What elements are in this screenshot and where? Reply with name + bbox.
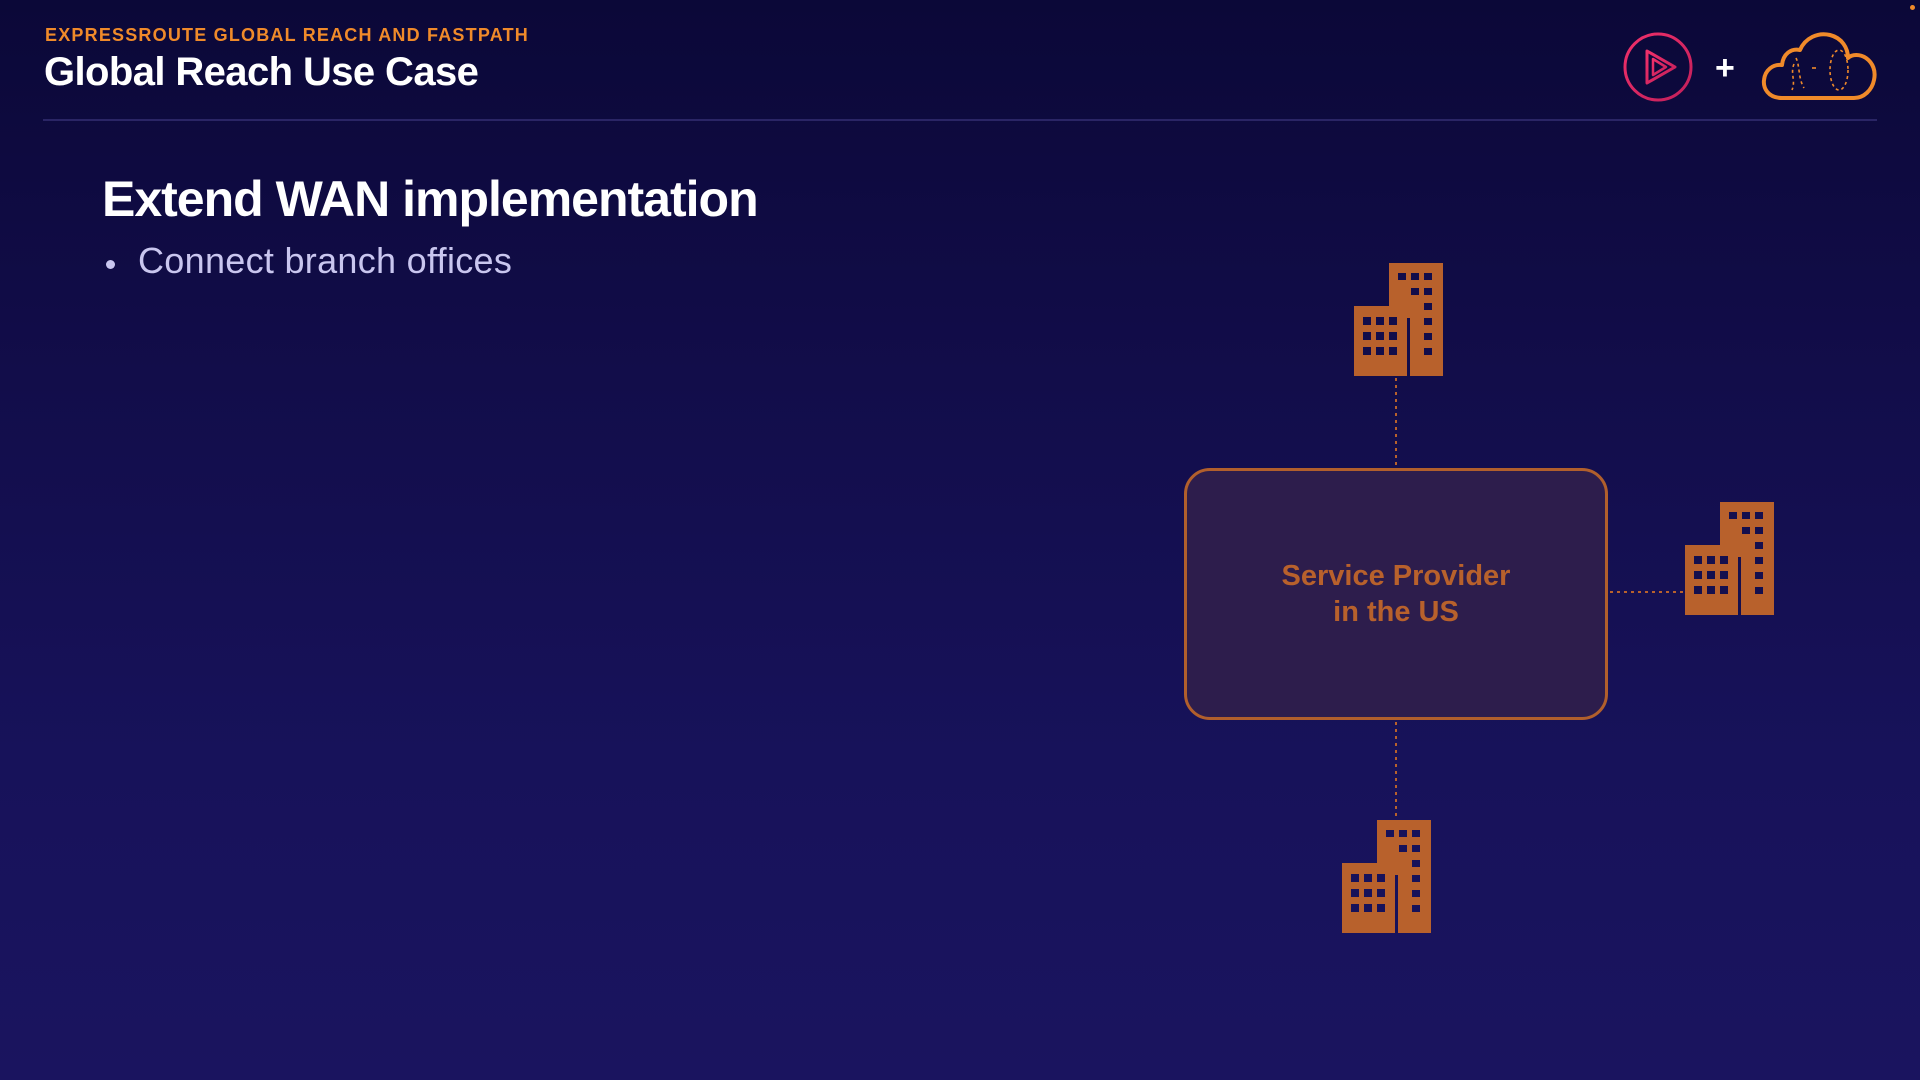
office-building-icon xyxy=(1685,502,1774,615)
office-building-icon xyxy=(1354,263,1443,376)
office-building-icon xyxy=(1342,820,1431,933)
service-provider-box: Service Provider in the US xyxy=(1184,468,1608,720)
service-provider-label: Service Provider in the US xyxy=(1281,560,1511,628)
diagram-connectors xyxy=(1395,378,1686,818)
